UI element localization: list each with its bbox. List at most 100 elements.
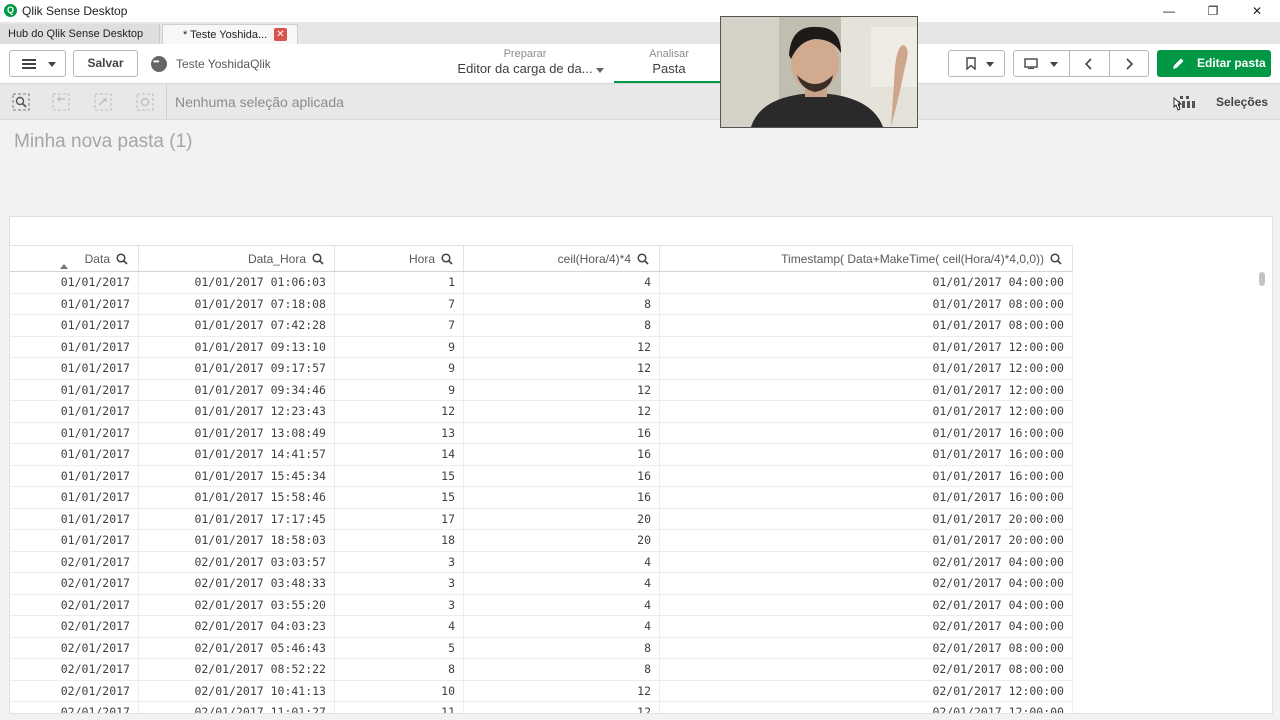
cell-data[interactable]: 01/01/2017 — [10, 529, 139, 552]
search-icon[interactable] — [1050, 253, 1062, 265]
cell-data[interactable]: 01/01/2017 — [10, 422, 139, 444]
bookmarks-button[interactable] — [948, 50, 1005, 77]
cell-timestamp[interactable]: 01/01/2017 20:00:00 — [659, 508, 1073, 530]
cell-hora[interactable]: 8 — [334, 658, 464, 681]
cell-ceil[interactable]: 12 — [463, 701, 660, 713]
cell-data[interactable]: 02/01/2017 — [10, 594, 139, 616]
column-header-timestamp[interactable]: Timestamp( Data+MakeTime( ceil(Hora/4)*4… — [659, 245, 1073, 272]
table-row[interactable]: 01/01/2017 01/01/2017 17:17:45 17 20 01/01/2… — [10, 508, 1073, 530]
table-row[interactable]: 02/01/2017 02/01/2017 03:55:20 3 4 02/01/201… — [10, 594, 1073, 616]
table-row[interactable]: 01/01/2017 01/01/2017 07:42:28 7 8 01/01/201… — [10, 314, 1073, 337]
step-back-icon[interactable] — [52, 93, 70, 111]
table-row[interactable]: 02/01/2017 02/01/2017 03:48:33 3 4 02/01/201… — [10, 572, 1073, 595]
next-sheet-button[interactable] — [1110, 51, 1149, 76]
column-header-data[interactable]: Data — [10, 245, 139, 272]
cell-data[interactable]: 01/01/2017 — [10, 508, 139, 530]
cell-ceil[interactable]: 8 — [463, 658, 660, 681]
sheets-button[interactable] — [1014, 51, 1070, 76]
cell-hora[interactable]: 10 — [334, 680, 464, 702]
cell-ceil[interactable]: 12 — [463, 357, 660, 380]
cell-data-hora[interactable]: 02/01/2017 05:46:43 — [138, 637, 335, 659]
cell-data-hora[interactable]: 02/01/2017 03:03:57 — [138, 551, 335, 573]
cell-hora[interactable]: 9 — [334, 357, 464, 380]
cell-data-hora[interactable]: 01/01/2017 09:17:57 — [138, 357, 335, 380]
cell-timestamp[interactable]: 01/01/2017 12:00:00 — [659, 336, 1073, 358]
table-row[interactable]: 02/01/2017 02/01/2017 04:03:23 4 4 02/01/201… — [10, 615, 1073, 638]
cell-timestamp[interactable]: 02/01/2017 08:00:00 — [659, 658, 1073, 681]
cell-data-hora[interactable]: 02/01/2017 03:55:20 — [138, 594, 335, 616]
cell-data[interactable]: 01/01/2017 — [10, 293, 139, 315]
cell-hora[interactable]: 5 — [334, 637, 464, 659]
nav-prepare[interactable]: Preparar Editor da carga de da... — [440, 46, 610, 82]
table-row[interactable]: 01/01/2017 01/01/2017 01:06:03 1 4 01/01/201… — [10, 271, 1073, 294]
global-menu-button[interactable] — [9, 50, 66, 77]
cell-ceil[interactable]: 20 — [463, 529, 660, 552]
cell-timestamp[interactable]: 01/01/2017 16:00:00 — [659, 486, 1073, 509]
cell-timestamp[interactable]: 02/01/2017 04:00:00 — [659, 594, 1073, 616]
table-row[interactable]: 01/01/2017 01/01/2017 09:13:10 9 12 01/01/20… — [10, 336, 1073, 358]
cell-ceil[interactable]: 4 — [463, 594, 660, 616]
cell-timestamp[interactable]: 01/01/2017 08:00:00 — [659, 314, 1073, 337]
cell-data[interactable]: 01/01/2017 — [10, 271, 139, 294]
cell-hora[interactable]: 9 — [334, 379, 464, 401]
search-icon[interactable] — [441, 253, 453, 265]
cell-data[interactable]: 02/01/2017 — [10, 637, 139, 659]
cell-hora[interactable]: 12 — [334, 400, 464, 423]
cell-timestamp[interactable]: 02/01/2017 12:00:00 — [659, 680, 1073, 702]
restore-button[interactable]: ❐ — [1190, 1, 1236, 21]
cell-timestamp[interactable]: 01/01/2017 04:00:00 — [659, 271, 1073, 294]
search-icon[interactable] — [312, 253, 324, 265]
cell-data-hora[interactable]: 01/01/2017 09:34:46 — [138, 379, 335, 401]
cell-data-hora[interactable]: 02/01/2017 08:52:22 — [138, 658, 335, 681]
step-forward-icon[interactable] — [94, 93, 112, 111]
cell-data-hora[interactable]: 01/01/2017 17:17:45 — [138, 508, 335, 530]
cell-ceil[interactable]: 20 — [463, 508, 660, 530]
cell-data-hora[interactable]: 02/01/2017 03:48:33 — [138, 572, 335, 595]
cell-data-hora[interactable]: 01/01/2017 15:45:34 — [138, 465, 335, 487]
cell-ceil[interactable]: 16 — [463, 422, 660, 444]
cell-timestamp[interactable]: 01/01/2017 08:00:00 — [659, 293, 1073, 315]
table-row[interactable]: 01/01/2017 01/01/2017 14:41:57 14 16 01/01/2… — [10, 443, 1073, 466]
nav-analyze[interactable]: Analisar Pasta — [614, 46, 724, 83]
cell-hora[interactable]: 3 — [334, 551, 464, 573]
cell-data-hora[interactable]: 01/01/2017 07:42:28 — [138, 314, 335, 337]
cell-ceil[interactable]: 16 — [463, 465, 660, 487]
tab-hub[interactable]: Hub do Qlik Sense Desktop — [0, 24, 160, 44]
clear-selections-icon[interactable] — [136, 93, 154, 111]
table-scrollbar[interactable] — [1259, 272, 1265, 286]
previous-sheet-button[interactable] — [1070, 51, 1110, 76]
cell-data[interactable]: 01/01/2017 — [10, 314, 139, 337]
tab-app[interactable]: * Teste Yoshida... ✕ — [162, 24, 298, 44]
cell-timestamp[interactable]: 01/01/2017 12:00:00 — [659, 357, 1073, 380]
cell-data[interactable]: 01/01/2017 — [10, 379, 139, 401]
save-button[interactable]: Salvar — [73, 50, 138, 77]
cell-ceil[interactable]: 8 — [463, 637, 660, 659]
cell-data-hora[interactable]: 01/01/2017 13:08:49 — [138, 422, 335, 444]
cell-ceil[interactable]: 8 — [463, 293, 660, 315]
table-row[interactable]: 02/01/2017 02/01/2017 10:41:13 10 12 02/01/2… — [10, 680, 1073, 702]
table-row[interactable]: 01/01/2017 01/01/2017 07:18:08 7 8 01/01/201… — [10, 293, 1073, 315]
cell-data-hora[interactable]: 01/01/2017 15:58:46 — [138, 486, 335, 509]
table-row[interactable]: 01/01/2017 01/01/2017 15:58:46 15 16 01/01/2… — [10, 486, 1073, 509]
cell-timestamp[interactable]: 02/01/2017 12:00:00 — [659, 701, 1073, 713]
cell-ceil[interactable]: 16 — [463, 486, 660, 509]
minimize-button[interactable]: — — [1146, 1, 1192, 21]
cell-hora[interactable]: 3 — [334, 572, 464, 595]
cell-hora[interactable]: 1 — [334, 271, 464, 294]
column-header-data-hora[interactable]: Data_Hora — [138, 245, 335, 272]
cell-timestamp[interactable]: 01/01/2017 20:00:00 — [659, 529, 1073, 552]
cell-data-hora[interactable]: 01/01/2017 07:18:08 — [138, 293, 335, 315]
cell-timestamp[interactable]: 01/01/2017 16:00:00 — [659, 443, 1073, 466]
cell-ceil[interactable]: 8 — [463, 314, 660, 337]
cell-ceil[interactable]: 12 — [463, 336, 660, 358]
table-row[interactable]: 01/01/2017 01/01/2017 09:17:57 9 12 01/01/20… — [10, 357, 1073, 380]
cell-data[interactable]: 01/01/2017 — [10, 357, 139, 380]
table-row[interactable]: 01/01/2017 01/01/2017 18:58:03 18 20 01/01/2… — [10, 529, 1073, 552]
cell-data[interactable]: 02/01/2017 — [10, 572, 139, 595]
table-row[interactable]: 02/01/2017 02/01/2017 05:46:43 5 8 02/01/201… — [10, 637, 1073, 659]
cell-hora[interactable]: 14 — [334, 443, 464, 466]
cell-data[interactable]: 02/01/2017 — [10, 701, 139, 713]
close-window-button[interactable]: ✕ — [1234, 1, 1280, 21]
cell-data[interactable]: 02/01/2017 — [10, 658, 139, 681]
cell-data-hora[interactable]: 01/01/2017 14:41:57 — [138, 443, 335, 466]
